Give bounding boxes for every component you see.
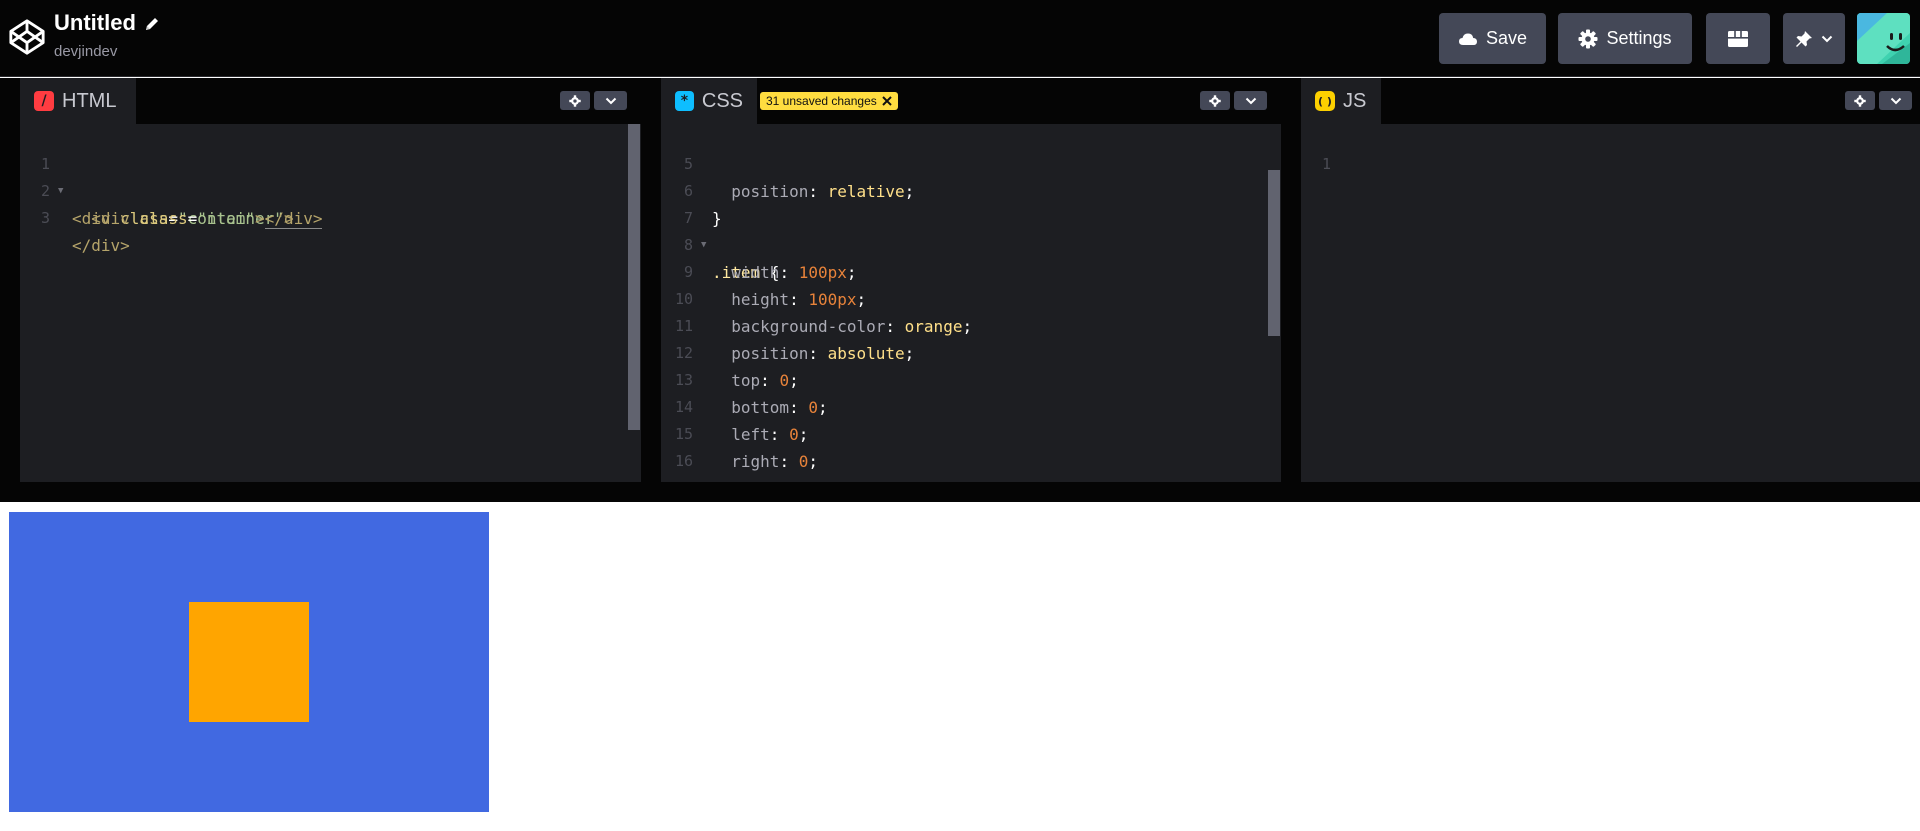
code-line: 9 height: 100px; — [661, 232, 1281, 309]
pen-title[interactable]: Untitled — [54, 10, 136, 36]
code-line: 13 bottom: 0; — [661, 340, 1281, 417]
chevron-down-icon — [1821, 35, 1833, 42]
code-text: <div class="item"></div> — [72, 205, 323, 232]
code-token: > — [255, 209, 265, 228]
line-number: 3 — [40, 209, 50, 227]
css-scrollbar[interactable] — [1268, 170, 1280, 336]
chevron-down-icon — [605, 97, 616, 104]
html-code-editor[interactable]: 1 ▼ <div class="container"> 2 <div class… — [20, 124, 641, 482]
pane-resizer[interactable] — [1281, 78, 1301, 482]
code-line: 10 background-color: orange; — [661, 259, 1281, 336]
html-settings-button[interactable] — [560, 91, 590, 110]
js-pane-header: ( ) JS — [1301, 78, 1920, 124]
cloud-icon — [1458, 33, 1477, 45]
code-line: 8 width: 100px; — [661, 205, 1281, 282]
css-code-editor[interactable]: 5 position: relative; 6 } 7 ▼ .item { 8 … — [661, 124, 1281, 482]
author-username[interactable]: devjindev — [54, 43, 160, 60]
js-icon: ( ) — [1315, 91, 1335, 111]
css-editor-pane: * CSS 31 unsaved changes 5 position: rel… — [661, 78, 1281, 482]
js-editor-pane: ( ) JS 1 — [1301, 78, 1920, 482]
tab-js[interactable]: ( ) JS — [1301, 78, 1381, 124]
gear-icon — [569, 94, 581, 107]
js-pane-controls — [1845, 91, 1912, 110]
chevron-down-icon — [1890, 97, 1901, 104]
js-settings-button[interactable] — [1845, 91, 1875, 110]
code-line: 11 position: absolute; — [661, 286, 1281, 363]
code-line: 3 </div> — [20, 178, 641, 255]
preview-resizer[interactable] — [0, 482, 1920, 502]
top-header: Untitled devjindev Save Settings — [0, 0, 1920, 77]
code-line: 15 right: 0; — [661, 394, 1281, 471]
code-line: 2 <div class="item"></div> — [20, 151, 641, 229]
css-pane-header: * CSS 31 unsaved changes — [661, 78, 1281, 124]
css-icon: * — [675, 91, 694, 111]
tab-html-label: HTML — [62, 89, 117, 112]
html-pane-controls — [560, 91, 627, 110]
unsaved-changes-badge[interactable]: 31 unsaved changes — [760, 92, 898, 110]
preview-item-box — [189, 602, 309, 722]
line-number: 17 — [661, 475, 693, 482]
user-avatar[interactable] — [1857, 13, 1910, 64]
css-pane-controls — [1200, 91, 1267, 110]
code-line: 1 — [1301, 124, 1920, 173]
js-collapse-button[interactable] — [1879, 91, 1912, 110]
css-settings-button[interactable] — [1200, 91, 1230, 110]
code-text: </div> — [72, 236, 130, 255]
code-token: </div> — [264, 209, 323, 229]
tab-html[interactable]: / HTML — [20, 78, 136, 124]
code-line: 17 } — [661, 448, 1281, 482]
codepen-logo-icon[interactable] — [8, 18, 46, 56]
preview-container-box — [9, 512, 489, 812]
code-line: 7 ▼ .item { — [661, 178, 1281, 282]
tab-css[interactable]: * CSS — [661, 78, 757, 124]
edit-pencil-icon[interactable] — [144, 16, 160, 32]
tab-css-label: CSS — [701, 89, 743, 112]
result-preview — [0, 502, 1920, 831]
change-view-button[interactable] — [1706, 13, 1770, 64]
editor-area: / HTML 1 ▼ <div class="container"> 2 <di… — [0, 78, 1920, 482]
html-icon: / — [34, 91, 54, 111]
code-token: = — [187, 209, 198, 228]
settings-button[interactable]: Settings — [1558, 13, 1692, 64]
js-code-editor[interactable]: 1 — [1301, 124, 1920, 482]
gear-icon — [1578, 29, 1598, 48]
tab-js-label: JS — [1343, 89, 1367, 112]
code-line: 1 ▼ <div class="container"> — [20, 124, 641, 228]
unsaved-changes-text: 31 unsaved changes — [766, 94, 877, 108]
html-scrollbar[interactable] — [628, 124, 640, 430]
chevron-down-icon — [1245, 97, 1256, 104]
code-line: 14 left: 0; — [661, 367, 1281, 444]
settings-button-label: Settings — [1606, 28, 1672, 48]
left-edge — [0, 78, 20, 482]
html-editor-pane: / HTML 1 ▼ <div class="container"> 2 <di… — [20, 78, 641, 482]
save-button[interactable]: Save — [1439, 13, 1546, 64]
code-line: 12 top: 0; — [661, 313, 1281, 390]
pen-title-block: Untitled devjindev — [54, 10, 160, 60]
code-token: "item" — [197, 209, 256, 228]
gear-icon — [1209, 94, 1221, 107]
layout-icon — [1728, 30, 1748, 47]
line-number: 1 — [1321, 155, 1331, 173]
code-line: 16 margin: auto; — [661, 421, 1281, 482]
code-token: class — [129, 209, 188, 228]
css-collapse-button[interactable] — [1234, 91, 1267, 110]
save-button-label: Save — [1485, 28, 1528, 48]
gear-icon — [1854, 94, 1866, 107]
pin-icon — [1796, 30, 1812, 47]
html-collapse-button[interactable] — [594, 91, 627, 110]
pane-resizer[interactable] — [641, 78, 661, 482]
html-pane-header: / HTML — [20, 78, 641, 124]
close-icon[interactable] — [882, 96, 892, 106]
pin-menu-button[interactable] — [1783, 13, 1845, 64]
code-line: 6 } — [661, 151, 1281, 228]
code-line: 5 position: relative; — [661, 124, 1281, 201]
